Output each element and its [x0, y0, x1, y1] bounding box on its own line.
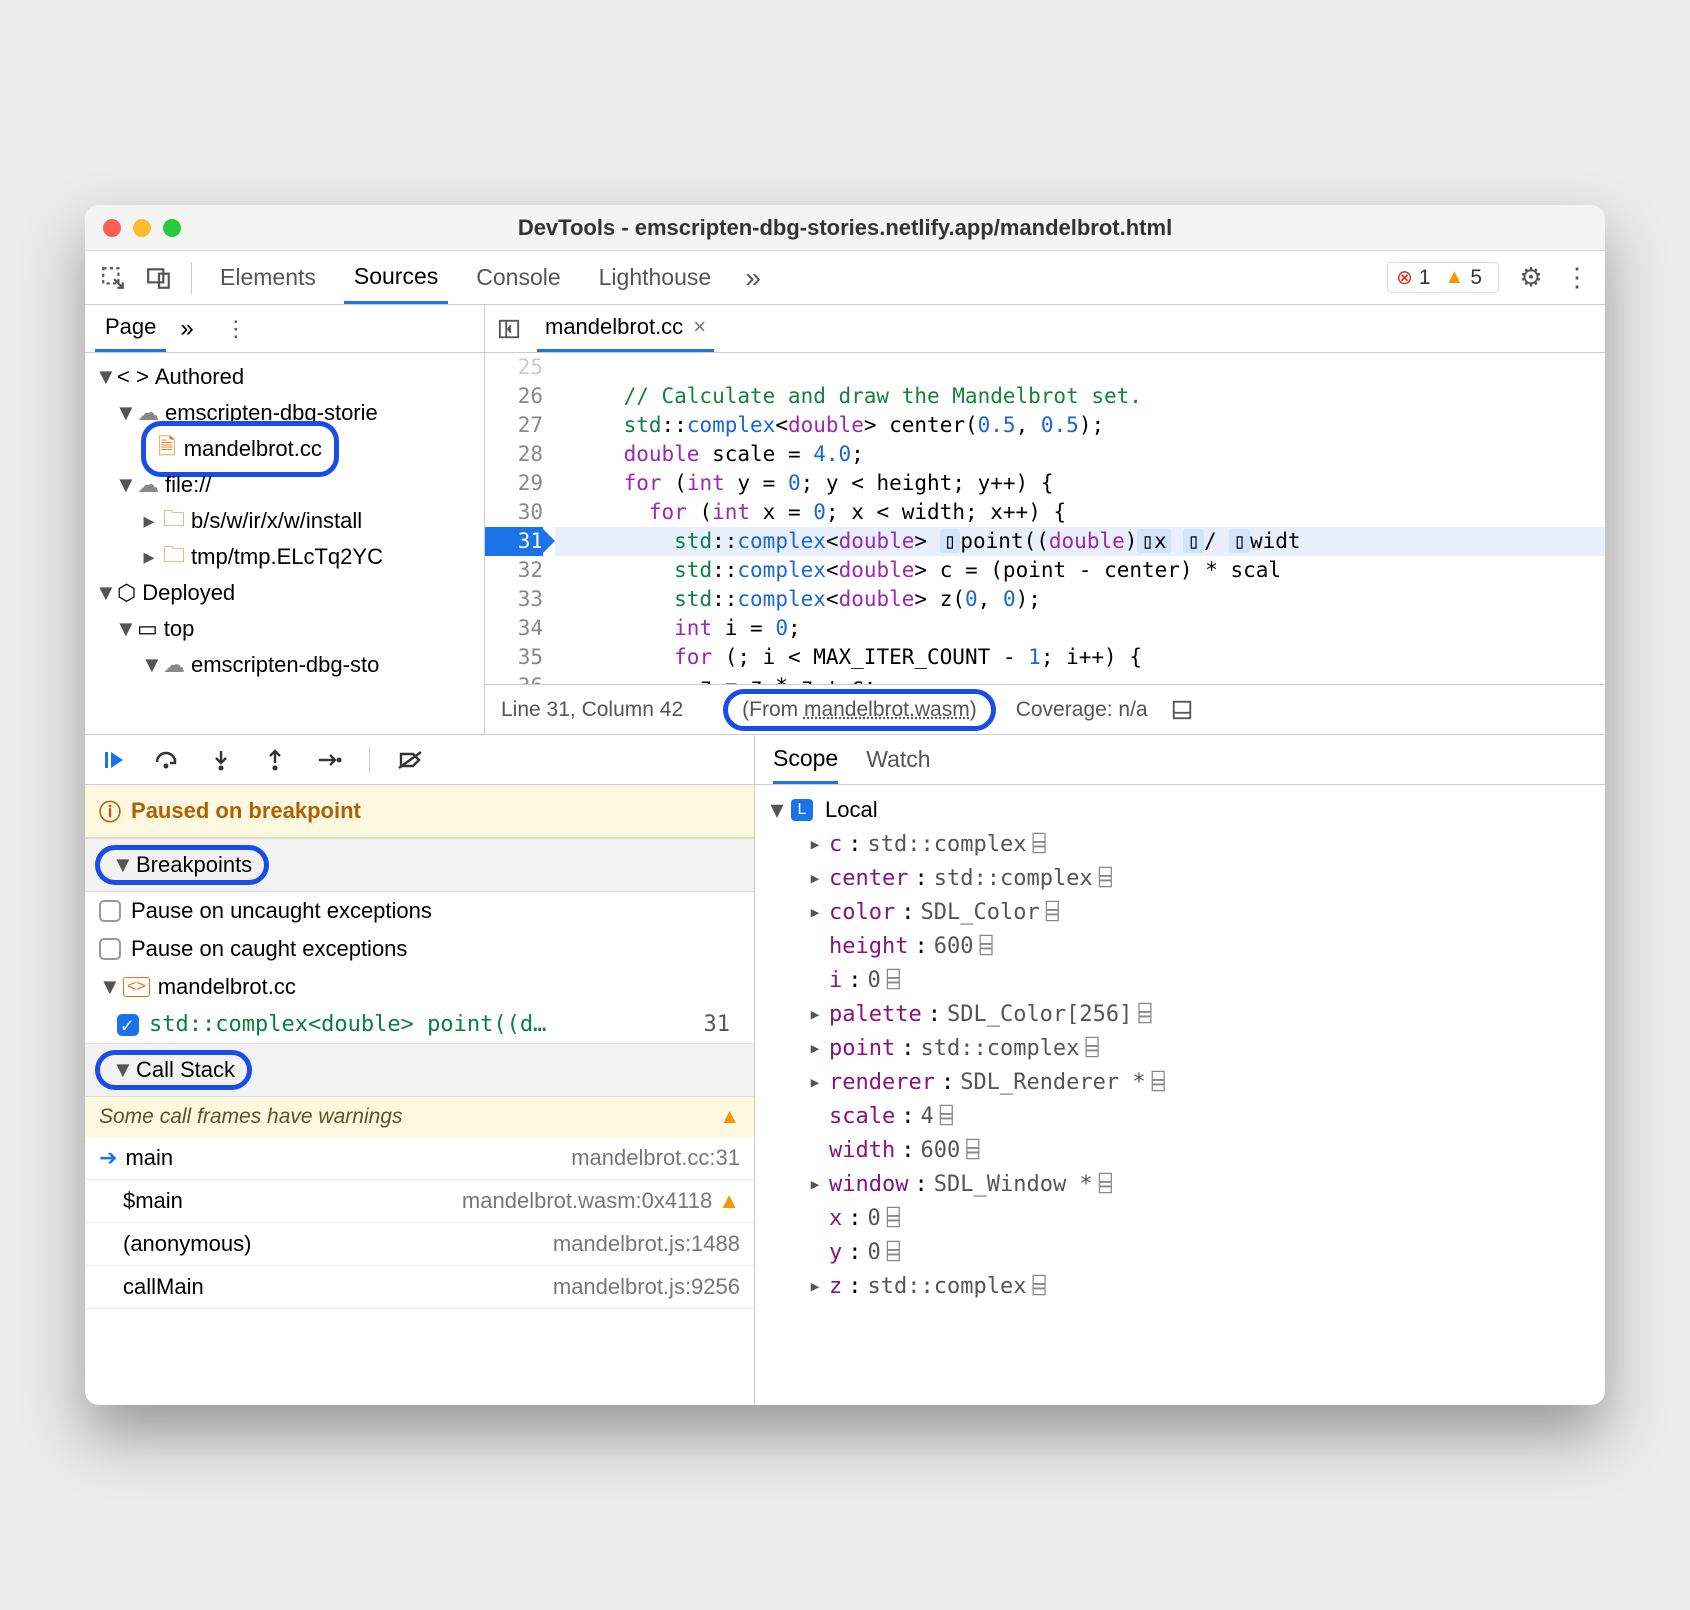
tab-scope[interactable]: Scope	[773, 735, 838, 784]
deployed-domain[interactable]: ▼☁emscripten-dbg-sto	[85, 647, 484, 683]
scope-variable[interactable]: scale: 4⌸	[769, 1099, 1591, 1133]
deployed-section[interactable]: ▼⬡Deployed	[85, 575, 484, 611]
editor: mandelbrot.cc × 252627282930 31 32333435…	[485, 305, 1605, 734]
warning-count: 5	[1470, 266, 1482, 290]
warning-icon: ▲	[1445, 266, 1465, 289]
scope-variable[interactable]: ▸c: std::complex⌸	[769, 827, 1591, 861]
show-drawer-icon[interactable]	[1168, 696, 1196, 724]
step-into-icon[interactable]	[207, 746, 235, 774]
breakpoint-file-row[interactable]: ▼<> mandelbrot.cc	[85, 968, 754, 1006]
line-gutter[interactable]: 252627282930 31 323334353637	[485, 353, 555, 684]
scope-variable[interactable]: ▸point: std::complex⌸	[769, 1031, 1591, 1065]
checkbox-icon[interactable]	[99, 900, 121, 922]
toggle-navigator-icon[interactable]	[495, 315, 523, 343]
scope-body: ▼LLocal ▸c: std::complex⌸▸center: std::c…	[755, 785, 1605, 1405]
tab-lighthouse[interactable]: Lighthouse	[589, 251, 722, 304]
breakpoint-marker[interactable]: 31	[485, 527, 543, 556]
more-tabs-icon[interactable]: »	[739, 264, 767, 292]
scope-variable[interactable]: ▸renderer: SDL_Renderer *⌸	[769, 1065, 1591, 1099]
pause-uncaught-toggle[interactable]: Pause on uncaught exceptions	[85, 892, 754, 930]
folder-tmp[interactable]: ▸🗀tmp/tmp.ELcTq2YC	[85, 539, 484, 575]
titlebar: DevTools - emscripten-dbg-stories.netlif…	[85, 205, 1605, 251]
debugger-left: ⓘ Paused on breakpoint ▼Breakpoints Paus…	[85, 735, 755, 1405]
tab-sources[interactable]: Sources	[344, 251, 448, 304]
stack-frame[interactable]: (anonymous)mandelbrot.js:1488	[85, 1223, 754, 1266]
scope-variable[interactable]: x: 0⌸	[769, 1201, 1591, 1235]
code-area[interactable]: 252627282930 31 323334353637 // Calculat…	[485, 353, 1605, 684]
scope-variable[interactable]: ▸window: SDL_Window *⌸	[769, 1167, 1591, 1201]
navigator-menu-icon[interactable]: ⋮	[222, 315, 250, 343]
scope-variable[interactable]: ▸palette: SDL_Color[256]⌸	[769, 997, 1591, 1031]
navigator-sidebar: Page » ⋮ ▼< >Authored ▼☁emscripten-dbg-s…	[85, 305, 485, 734]
devtools-window: DevTools - emscripten-dbg-stories.netlif…	[85, 205, 1605, 1405]
breakpoint-line-row[interactable]: std::complex<double> point((d… 31	[85, 1006, 754, 1043]
file-mandelbrot-cc[interactable]: 🗎 mandelbrot.cc	[85, 431, 484, 467]
scope-variable[interactable]: ▸z: std::complex⌸	[769, 1269, 1591, 1303]
debugger-toolbar	[85, 735, 754, 785]
step-out-icon[interactable]	[261, 746, 289, 774]
scope-local-header[interactable]: ▼LLocal	[769, 793, 1591, 827]
deployed-top[interactable]: ▼▭top	[85, 611, 484, 647]
close-tab-icon[interactable]: ×	[693, 314, 706, 340]
source-map-origin[interactable]: (From mandelbrot.wasm)	[723, 689, 996, 731]
resume-icon[interactable]	[99, 746, 127, 774]
inspect-icon[interactable]	[99, 264, 127, 292]
step-over-icon[interactable]	[153, 746, 181, 774]
code-content[interactable]: // Calculate and draw the Mandelbrot set…	[555, 353, 1605, 684]
checkbox-checked-icon[interactable]	[117, 1014, 139, 1036]
scope-variable[interactable]: ▸color: SDL_Color⌸	[769, 895, 1591, 929]
file-mandelbrot-label: mandelbrot.cc	[184, 436, 322, 462]
scope-variable[interactable]: i: 0⌸	[769, 963, 1591, 997]
warning-icon: ▲	[719, 1105, 740, 1129]
current-frame-icon: ➔	[99, 1145, 117, 1171]
callstack-warning-row: Some call frames have warnings ▲	[85, 1097, 754, 1137]
scope-tabs: Scope Watch	[755, 735, 1605, 785]
kebab-menu-icon[interactable]: ⋮	[1563, 264, 1591, 292]
scope-variable[interactable]: ▸center: std::complex⌸	[769, 861, 1591, 895]
folder-install[interactable]: ▸🗀b/s/w/ir/x/w/install	[85, 503, 484, 539]
error-warning-status[interactable]: ⊗ 1 ▲ 5	[1387, 262, 1499, 293]
settings-icon[interactable]: ⚙	[1517, 264, 1545, 292]
file-tree: ▼< >Authored ▼☁emscripten-dbg-storie 🗎 m…	[85, 353, 484, 734]
paused-text: Paused on breakpoint	[131, 798, 361, 824]
editor-tabs: mandelbrot.cc ×	[485, 305, 1605, 353]
deactivate-breakpoints-icon[interactable]	[396, 746, 424, 774]
scope-variable[interactable]: width: 600⌸	[769, 1133, 1591, 1167]
info-icon: ⓘ	[99, 795, 121, 827]
pause-caught-toggle[interactable]: Pause on caught exceptions	[85, 930, 754, 968]
error-count: 1	[1419, 266, 1431, 290]
stack-frame[interactable]: ➔mainmandelbrot.cc:31	[85, 1137, 754, 1180]
debugger-panel: ⓘ Paused on breakpoint ▼Breakpoints Paus…	[85, 735, 1605, 1405]
cursor-position: Line 31, Column 42	[501, 698, 683, 722]
checkbox-icon[interactable]	[99, 938, 121, 960]
navigator-tab-page[interactable]: Page	[95, 305, 166, 352]
callstack-section[interactable]: ▼Call Stack	[85, 1043, 754, 1097]
editor-tab-label: mandelbrot.cc	[545, 314, 683, 340]
warning-icon: ▲	[718, 1188, 740, 1214]
scope-variable[interactable]: height: 600⌸	[769, 929, 1591, 963]
device-toggle-icon[interactable]	[145, 264, 173, 292]
scope-variable[interactable]: y: 0⌸	[769, 1235, 1591, 1269]
tab-console[interactable]: Console	[466, 251, 570, 304]
scope-panel: Scope Watch ▼LLocal ▸c: std::complex⌸▸ce…	[755, 735, 1605, 1405]
editor-status-bar: Line 31, Column 42 (From mandelbrot.wasm…	[485, 684, 1605, 734]
devtools-toolbar: Elements Sources Console Lighthouse » ⊗ …	[85, 251, 1605, 305]
sources-panel: Page » ⋮ ▼< >Authored ▼☁emscripten-dbg-s…	[85, 305, 1605, 735]
step-icon[interactable]	[315, 746, 343, 774]
authored-section[interactable]: ▼< >Authored	[85, 359, 484, 395]
breakpoints-section[interactable]: ▼Breakpoints	[85, 838, 754, 892]
paused-banner: ⓘ Paused on breakpoint	[85, 785, 754, 838]
error-icon: ⊗	[1396, 265, 1413, 290]
tab-watch[interactable]: Watch	[866, 746, 930, 773]
editor-tab-mandelbrot[interactable]: mandelbrot.cc ×	[537, 305, 714, 352]
coverage-status: Coverage: n/a	[1016, 698, 1148, 722]
stack-frame[interactable]: callMainmandelbrot.js:9256	[85, 1266, 754, 1309]
tab-elements[interactable]: Elements	[210, 251, 326, 304]
navigator-tabs: Page » ⋮	[85, 305, 484, 353]
stack-frame[interactable]: $mainmandelbrot.wasm:0x4118▲	[85, 1180, 754, 1223]
more-navigator-tabs-icon[interactable]: »	[180, 315, 193, 343]
window-title: DevTools - emscripten-dbg-stories.netlif…	[85, 215, 1605, 241]
